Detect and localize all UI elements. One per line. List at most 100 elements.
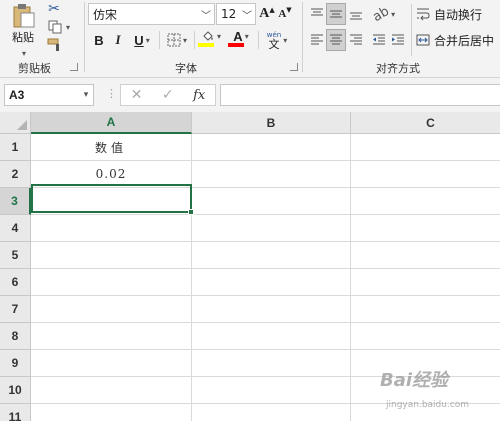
clipboard-dialog-launcher[interactable] [70,63,78,71]
formula-input[interactable] [220,84,500,106]
cut-button[interactable]: ✂ [44,0,64,18]
orientation-button[interactable]: ab ▾ [370,3,398,25]
separator [159,31,160,49]
row-header-11[interactable]: 11 [0,404,31,421]
separator [411,4,412,56]
selected-cell-a3[interactable] [31,184,192,213]
align-center-button[interactable] [326,29,346,51]
alignment-group-label: 对齐方式 [376,62,420,75]
gridline [31,322,500,323]
chevron-down-icon: ▾ [182,35,187,45]
font-group-label: 字体 [175,62,197,75]
chevron-down-icon: ▾ [244,31,249,41]
align-middle-button[interactable] [326,3,346,25]
row-header-8[interactable]: 8 [0,323,31,350]
row-header-5[interactable]: 5 [0,242,31,269]
formula-bar-grip-icon: ⋮ [106,87,117,100]
row-header-4[interactable]: 4 [0,215,31,242]
font-color-button[interactable]: A ▾ [227,27,255,49]
grow-font-icon: A [259,6,270,21]
wrap-text-icon [417,8,430,21]
row-header-7[interactable]: 7 [0,296,31,323]
baidu-jingyan-watermark: Bai经验 jingyan.baidu.com [380,366,498,418]
row-header-10[interactable]: 10 [0,377,31,404]
enter-icon[interactable]: ✓ [162,87,174,103]
grow-font-button[interactable]: A ▲ [258,3,276,25]
merge-center-icon [416,34,430,46]
align-left-icon [311,34,323,45]
separator [302,2,303,72]
align-bottom-button[interactable] [347,3,365,25]
chevron-down-icon: ▾ [216,31,221,41]
shrink-font-button[interactable]: A ▼ [276,3,294,25]
cell-a1[interactable]: 数值 [31,134,191,160]
font-size-select[interactable]: 12 ﹀ [216,3,256,25]
gridline [31,214,500,215]
copy-button[interactable]: ▾ [44,18,74,36]
increase-indent-button[interactable] [389,29,407,51]
cancel-icon[interactable]: ✕ [131,87,143,103]
row-header-1[interactable]: 1 [0,134,31,161]
copy-dropdown-icon: ▾ [65,22,70,32]
column-header-b[interactable]: B [192,112,351,134]
align-right-button[interactable] [347,29,365,51]
insert-function-button[interactable]: fx [193,88,205,103]
paste-label: 粘贴 [12,31,34,44]
underline-button[interactable]: U ▾ [128,29,156,51]
separator [84,2,85,72]
font-color-swatch [228,42,244,47]
name-box-value: A3 [9,88,25,102]
copy-icon [48,20,62,34]
decrease-indent-button[interactable] [370,29,388,51]
align-middle-icon [330,10,342,18]
underline-icon: U [134,32,144,48]
text-orientation-icon: ab [370,3,392,25]
row-header-2[interactable]: 2 [0,161,31,188]
fill-color-button[interactable]: ▾ [197,27,225,49]
paste-button[interactable]: 粘贴 [6,0,40,48]
ribbon: 粘贴 ▾ ✂ ▾ 剪贴板 仿宋 ﹀ 12 ﹀ A▲ A▼ B I U ▾ ▾ [0,0,500,78]
column-header-a[interactable]: A [31,112,192,134]
increase-indent-icon [392,34,404,45]
merge-center-label: 合并后居中 [434,33,495,48]
font-name-select[interactable]: 仿宋 ﹀ [88,3,215,25]
chevron-down-icon: ﹀ [242,10,252,22]
gridline [191,134,192,421]
font-name-value: 仿宋 [93,7,118,22]
bold-button[interactable]: B [90,29,108,51]
column-header-c[interactable]: C [351,112,500,134]
decrease-indent-icon [373,34,385,45]
name-box[interactable]: A3 ▾ [4,84,94,106]
separator [194,31,195,49]
select-all-button[interactable] [0,112,31,134]
format-painter-button[interactable] [44,36,66,54]
wrap-text-label: 自动换行 [434,7,483,22]
watermark-brand: Bai经验 [380,370,449,391]
clipboard-group-label: 剪贴板 [18,62,51,75]
chevron-down-icon: ﹀ [201,10,211,22]
chevron-down-icon: ▾ [83,90,89,100]
merge-center-button[interactable]: 合并后居中 [416,29,500,51]
borders-button[interactable]: ▾ [162,29,192,51]
phonetic-guide-button[interactable]: wén 文 ▾ [261,27,293,53]
format-painter-icon [47,38,59,51]
row-header-3[interactable]: 3 [0,188,31,215]
font-color-icon: A [233,28,243,44]
wrap-text-button[interactable]: 自动换行 [416,3,500,25]
row-header-6[interactable]: 6 [0,269,31,296]
select-all-triangle-icon [17,120,27,130]
row-header-9[interactable]: 9 [0,350,31,377]
paste-dropdown[interactable]: ▾ [14,48,34,58]
chevron-down-icon: ▾ [145,35,150,45]
align-center-icon [330,34,342,45]
font-dialog-launcher[interactable] [290,63,298,71]
align-top-button[interactable] [308,3,326,25]
italic-button[interactable]: I [110,29,126,51]
borders-icon [167,33,181,47]
fill-handle[interactable] [188,209,194,215]
phonetic-character: 文 [268,38,280,51]
align-left-button[interactable] [308,29,326,51]
formula-buttons: ✕ ✓ fx [120,84,216,106]
fill-color-swatch [198,42,214,47]
separator [258,31,259,49]
